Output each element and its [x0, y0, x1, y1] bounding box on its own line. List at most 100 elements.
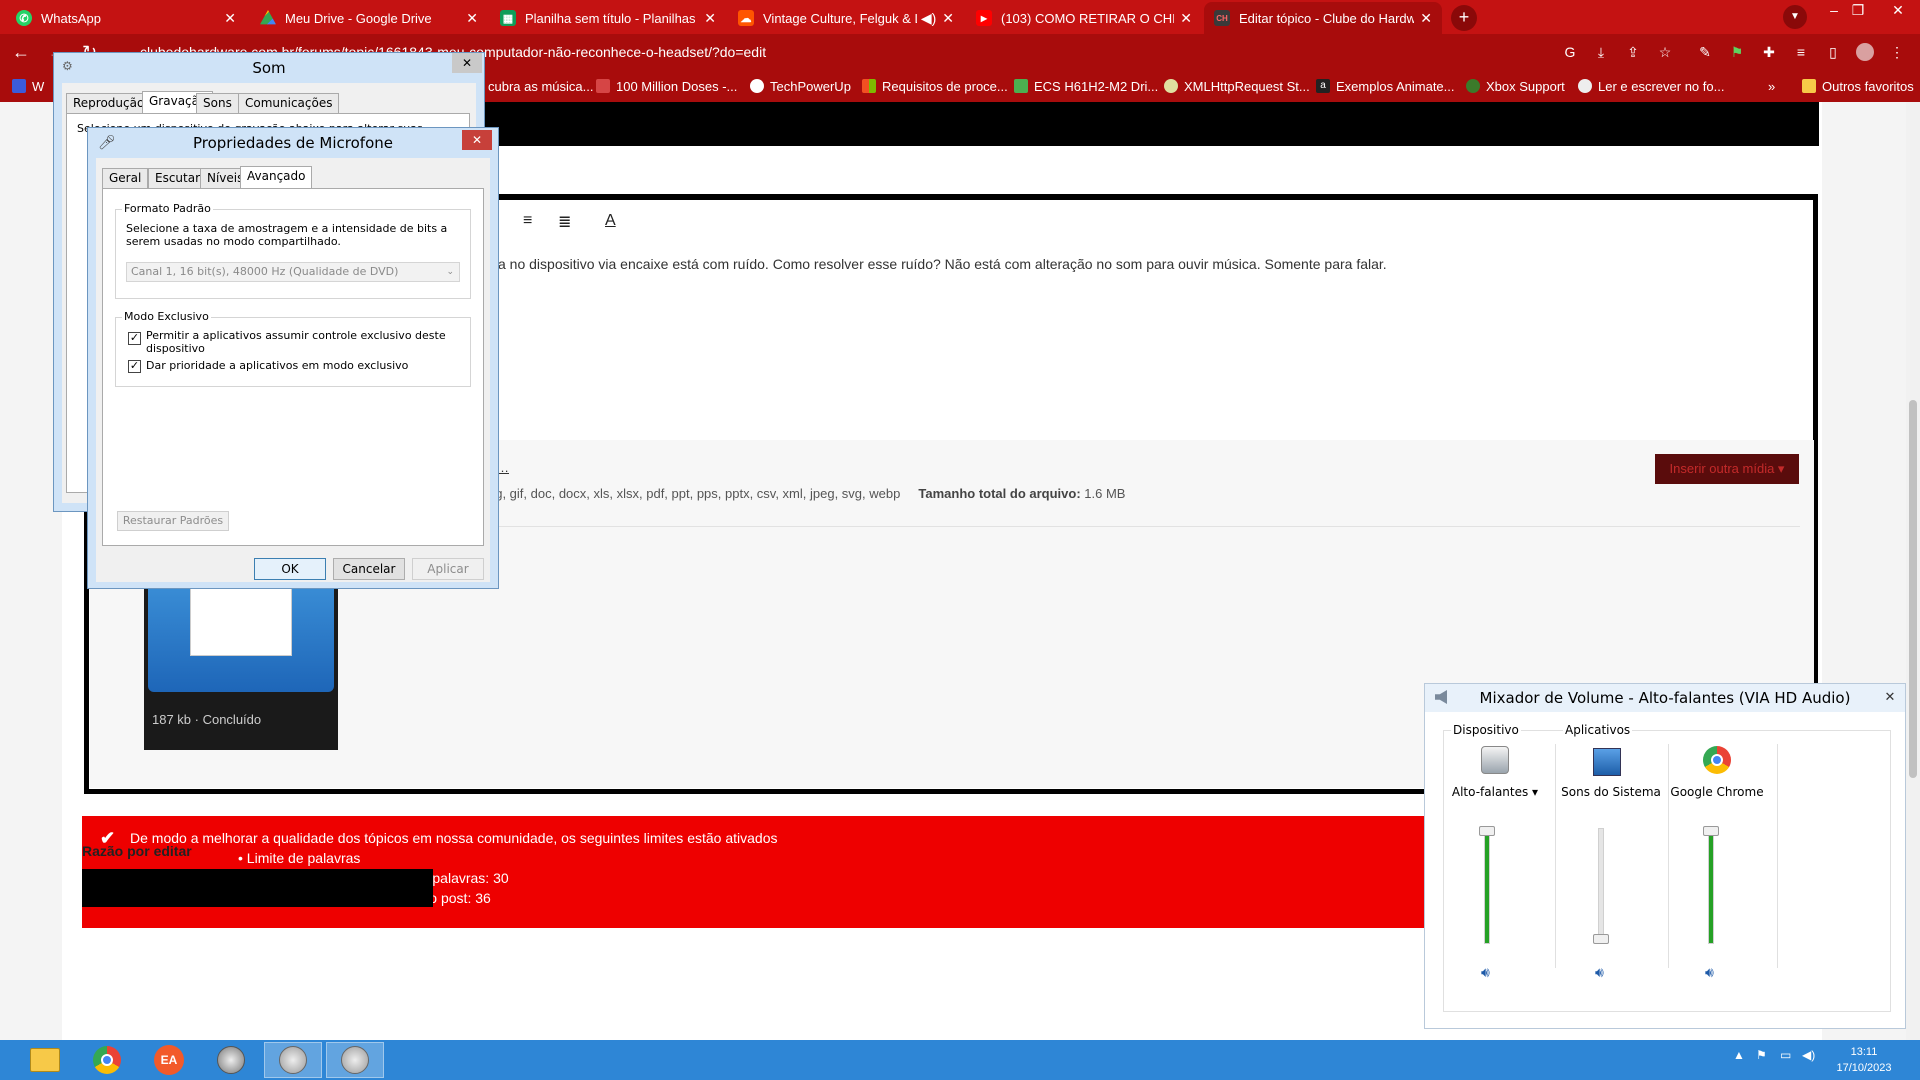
- window-close-icon[interactable]: ✕: [1878, 0, 1918, 22]
- volume-icon[interactable]: 🔊︎: [1595, 964, 1604, 981]
- bookmark-item[interactable]: Xbox Support: [1466, 76, 1565, 96]
- volume-mixer-taskbar-button[interactable]: [326, 1042, 384, 1078]
- mute-icon[interactable]: ◀): [921, 10, 936, 27]
- install-icon[interactable]: ⤓: [1592, 43, 1610, 61]
- ea-app-button[interactable]: EA: [140, 1042, 198, 1078]
- extensions-puzzle-icon[interactable]: ✚: [1760, 43, 1778, 61]
- new-tab-button[interactable]: +: [1451, 5, 1477, 31]
- bookmark-item[interactable]: XMLHttpRequest St...: [1164, 76, 1310, 96]
- media-queue-icon[interactable]: ≡: [1792, 43, 1810, 61]
- apply-button[interactable]: Aplicar: [412, 558, 484, 580]
- tab-title: (103) COMO RETIRAR O CHIADO: [1001, 10, 1175, 26]
- attachment-thumbnail[interactable]: 187 kb · Concluído: [144, 580, 338, 750]
- default-format-select[interactable]: Canal 1, 16 bit(s), 48000 Hz (Qualidade …: [126, 262, 460, 282]
- audio-icon: [341, 1046, 369, 1074]
- tab-search-icon[interactable]: ▼: [1783, 5, 1807, 29]
- close-icon[interactable]: ✕: [462, 130, 492, 150]
- insert-media-button[interactable]: Inserir outra mídia ▾: [1655, 454, 1799, 484]
- tab-sheets[interactable]: ▦ Planilha sem título - Planilhas Go ✕: [490, 2, 726, 34]
- share-icon[interactable]: ⇪: [1624, 43, 1642, 61]
- bookmark-item[interactable]: TechPowerUp: [750, 76, 851, 96]
- back-icon[interactable]: ←: [12, 42, 30, 62]
- show-hidden-icons[interactable]: ▲: [1733, 1048, 1745, 1062]
- amazon-icon: a: [1316, 79, 1330, 93]
- flag-icon[interactable]: ⚑: [1756, 1048, 1767, 1062]
- pen-extension-icon[interactable]: ✎: [1696, 43, 1714, 61]
- chrome-icon-center: [1711, 754, 1723, 766]
- exclusive-priority-checkbox[interactable]: ✓: [128, 360, 141, 373]
- bookmark-star-icon[interactable]: ☆: [1656, 43, 1674, 61]
- exclusive-control-checkbox[interactable]: ✓: [128, 332, 141, 345]
- tab-geral[interactable]: Geral: [102, 168, 149, 188]
- device-volume-slider[interactable]: [1484, 828, 1490, 944]
- system-sounds-volume-thumb[interactable]: [1593, 934, 1609, 944]
- bookmark-item[interactable]: Ler e escrever no fo...: [1578, 76, 1724, 96]
- side-panel-icon[interactable]: ▯: [1824, 43, 1842, 61]
- chrome-taskbar-button[interactable]: [78, 1042, 136, 1078]
- profile-avatar-icon[interactable]: [1856, 43, 1874, 61]
- restore-icon[interactable]: ❐: [1838, 0, 1878, 22]
- align-right-icon[interactable]: ≣: [558, 212, 571, 232]
- tab-escutar[interactable]: Escutar: [148, 168, 208, 188]
- chrome-volume-thumb[interactable]: [1703, 826, 1719, 836]
- network-icon[interactable]: ▭: [1780, 1048, 1791, 1062]
- whatsapp-icon: ✆: [16, 10, 32, 26]
- tab-clube-do-hardware[interactable]: CH Editar tópico - Clube do Hardwar ✕: [1204, 2, 1442, 34]
- bookmark-item[interactable]: ECS H61H2-M2 Dri...: [1014, 76, 1158, 96]
- chrome-volume-slider[interactable]: [1708, 828, 1714, 944]
- extension-green-icon[interactable]: ⚑: [1728, 43, 1746, 61]
- tab-reproducao[interactable]: Reprodução: [66, 93, 152, 113]
- tab-whatsapp[interactable]: ✆ WhatsApp ✕: [6, 2, 246, 34]
- system-sounds-volume-slider[interactable]: [1598, 828, 1604, 944]
- file-explorer-icon[interactable]: [16, 1042, 74, 1078]
- checkmark-icon: ✓: [129, 332, 140, 344]
- default-format-value: Canal 1, 16 bit(s), 48000 Hz (Qualidade …: [131, 265, 399, 278]
- close-icon[interactable]: ✕: [942, 10, 954, 27]
- edit-reason-input[interactable]: [82, 869, 433, 907]
- google-lens-icon[interactable]: G: [1561, 43, 1579, 61]
- close-icon[interactable]: ✕: [1879, 688, 1901, 706]
- soundcloud-icon: ☁: [738, 10, 754, 26]
- tab-youtube[interactable]: ▶ (103) COMO RETIRAR O CHIADO ✕: [966, 2, 1202, 34]
- device-name-dropdown[interactable]: Alto-falantes ▾: [1440, 785, 1550, 799]
- volume-icon[interactable]: 🔊︎: [1705, 964, 1714, 981]
- bookmark-item[interactable]: a Exemplos Animate...: [1316, 76, 1455, 96]
- volume-icon[interactable]: 🔊︎: [1481, 964, 1490, 981]
- text-color-icon[interactable]: A: [605, 212, 616, 230]
- checkmark-icon: ✓: [129, 360, 140, 372]
- device-volume-thumb[interactable]: [1479, 826, 1495, 836]
- close-icon[interactable]: ✕: [452, 53, 482, 73]
- tab-avancado[interactable]: Avançado: [240, 166, 313, 188]
- align-center-icon[interactable]: ≡: [523, 212, 532, 230]
- close-icon[interactable]: ✕: [704, 10, 716, 27]
- cancel-button[interactable]: Cancelar: [333, 558, 405, 580]
- close-icon[interactable]: ✕: [1420, 10, 1432, 27]
- page-scrollbar[interactable]: [1906, 102, 1920, 1040]
- volume-mixer: Mixador de Volume - Alto-falantes (VIA H…: [1424, 683, 1906, 1029]
- chevron-down-icon: ⌄: [446, 267, 454, 277]
- tray-volume-icon[interactable]: ◀): [1802, 1048, 1815, 1062]
- clock[interactable]: 13:11 17/10/2023: [1824, 1044, 1904, 1076]
- post-body-text[interactable]: a no dispositivo via encaixe está com ru…: [498, 256, 1387, 272]
- close-icon[interactable]: ✕: [1180, 10, 1192, 27]
- close-icon[interactable]: ✕: [224, 10, 236, 27]
- tab-comunicacoes[interactable]: Comunicações: [238, 93, 340, 113]
- sound-settings-button[interactable]: [264, 1042, 322, 1078]
- bookmark-item[interactable]: 100 Million Doses -...: [596, 76, 737, 96]
- ok-button[interactable]: OK: [254, 558, 326, 580]
- bookmark-item[interactable]: cubra as música...: [488, 76, 594, 96]
- menu-kebab-icon[interactable]: ⋮: [1888, 43, 1906, 61]
- bookmark-item[interactable]: W: [12, 76, 44, 96]
- default-format-description: Selecione a taxa de amostragem e a inten…: [126, 222, 448, 248]
- close-icon[interactable]: ✕: [466, 10, 478, 27]
- scrollbar-thumb[interactable]: [1909, 400, 1917, 778]
- bookmarks-overflow[interactable]: »: [1768, 76, 1775, 96]
- audio-app-button[interactable]: [202, 1042, 260, 1078]
- tab-google-drive[interactable]: Meu Drive - Google Drive ✕: [250, 2, 488, 34]
- bookmark-item[interactable]: Requisitos de proce...: [862, 76, 1008, 96]
- tab-soundcloud[interactable]: ☁ Vintage Culture, Felguk & Le ◀) ✕: [728, 2, 964, 34]
- tab-sons[interactable]: Sons: [196, 93, 239, 113]
- app-name: Sons do Sistema: [1561, 785, 1661, 799]
- restore-defaults-button[interactable]: Restaurar Padrões: [117, 511, 229, 531]
- other-bookmarks[interactable]: Outros favoritos: [1802, 76, 1914, 96]
